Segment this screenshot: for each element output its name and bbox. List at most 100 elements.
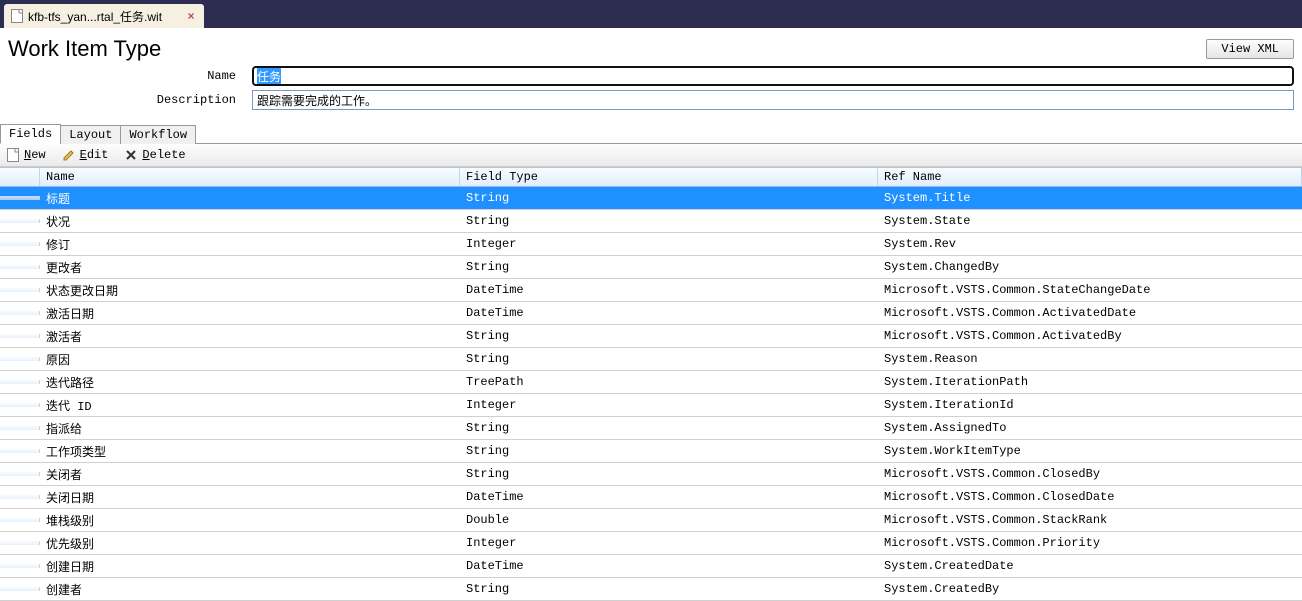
new-label: New <box>24 148 46 162</box>
table-row[interactable]: 堆栈级别DoubleMicrosoft.VSTS.Common.StackRan… <box>0 509 1302 532</box>
cell-ref-name: Microsoft.VSTS.Common.ActivatedBy <box>878 327 1302 345</box>
table-row[interactable]: 创建日期DateTimeSystem.CreatedDate <box>0 555 1302 578</box>
row-gutter <box>0 472 40 476</box>
cell-field-type: String <box>460 327 878 345</box>
cell-name: 更改者 <box>40 257 460 278</box>
tab-fields[interactable]: Fields <box>0 124 61 144</box>
row-gutter <box>0 518 40 522</box>
cell-name: 激活者 <box>40 326 460 347</box>
cell-ref-name: System.Rev <box>878 235 1302 253</box>
row-gutter <box>0 426 40 430</box>
cell-name: 状况 <box>40 211 460 232</box>
cell-name: 修订 <box>40 234 460 255</box>
row-gutter <box>0 380 40 384</box>
cell-name: 创建者 <box>40 579 460 600</box>
form-area: Name Description <box>0 66 1302 122</box>
cell-name: 关闭者 <box>40 464 460 485</box>
new-button[interactable]: New <box>6 148 46 162</box>
cell-name: 创建日期 <box>40 556 460 577</box>
tab-layout[interactable]: Layout <box>60 125 121 144</box>
tabs: FieldsLayoutWorkflow <box>0 122 1302 144</box>
cell-field-type: Integer <box>460 396 878 414</box>
table-row[interactable]: 激活日期DateTimeMicrosoft.VSTS.Common.Activa… <box>0 302 1302 325</box>
table-row[interactable]: 优先级别IntegerMicrosoft.VSTS.Common.Priorit… <box>0 532 1302 555</box>
cell-name: 激活日期 <box>40 303 460 324</box>
table-row[interactable]: 更改者StringSystem.ChangedBy <box>0 256 1302 279</box>
table-row[interactable]: 激活者StringMicrosoft.VSTS.Common.Activated… <box>0 325 1302 348</box>
table-row[interactable]: 标题StringSystem.Title <box>0 187 1302 210</box>
column-header-field-type[interactable]: Field Type <box>460 168 878 186</box>
row-gutter <box>0 219 40 223</box>
cell-field-type: DateTime <box>460 281 878 299</box>
table-row[interactable]: 关闭者StringMicrosoft.VSTS.Common.ClosedBy <box>0 463 1302 486</box>
table-row[interactable]: 状态更改日期DateTimeMicrosoft.VSTS.Common.Stat… <box>0 279 1302 302</box>
row-gutter <box>0 265 40 269</box>
description-label: Description <box>8 93 252 107</box>
row-gutter <box>0 587 40 591</box>
table-row[interactable]: 创建者StringSystem.CreatedBy <box>0 578 1302 601</box>
table-row[interactable]: 工作项类型StringSystem.WorkItemType <box>0 440 1302 463</box>
cell-field-type: DateTime <box>460 304 878 322</box>
cell-ref-name: Microsoft.VSTS.Common.ClosedDate <box>878 488 1302 506</box>
row-gutter <box>0 403 40 407</box>
column-header-name[interactable]: Name <box>40 168 460 186</box>
row-gutter <box>0 449 40 453</box>
cell-name: 状态更改日期 <box>40 280 460 301</box>
row-gutter <box>0 564 40 568</box>
cell-ref-name: System.CreatedDate <box>878 557 1302 575</box>
file-icon <box>10 9 24 23</box>
cell-ref-name: System.AssignedTo <box>878 419 1302 437</box>
view-xml-button[interactable]: View XML <box>1206 39 1294 59</box>
cell-field-type: String <box>460 442 878 460</box>
delete-button[interactable]: Delete <box>124 148 185 162</box>
table-row[interactable]: 原因StringSystem.Reason <box>0 348 1302 371</box>
table-row[interactable]: 迭代路径TreePathSystem.IterationPath <box>0 371 1302 394</box>
table-row[interactable]: 关闭日期DateTimeMicrosoft.VSTS.Common.Closed… <box>0 486 1302 509</box>
description-input[interactable] <box>252 90 1294 110</box>
edit-icon <box>62 148 76 162</box>
table-row[interactable]: 状况StringSystem.State <box>0 210 1302 233</box>
fields-grid: Name Field Type Ref Name 标题StringSystem.… <box>0 167 1302 601</box>
cell-ref-name: Microsoft.VSTS.Common.ClosedBy <box>878 465 1302 483</box>
header: Work Item Type View XML <box>0 28 1302 66</box>
window-titlebar: kfb-tfs_yan...rtal_任务.wit × <box>0 0 1302 28</box>
table-row[interactable]: 修订IntegerSystem.Rev <box>0 233 1302 256</box>
cell-ref-name: System.Reason <box>878 350 1302 368</box>
column-header-ref-name[interactable]: Ref Name <box>878 168 1302 186</box>
document-tab[interactable]: kfb-tfs_yan...rtal_任务.wit × <box>4 4 204 28</box>
grid-header: Name Field Type Ref Name <box>0 168 1302 187</box>
row-gutter <box>0 196 40 200</box>
cell-ref-name: System.ChangedBy <box>878 258 1302 276</box>
table-row[interactable]: 指派给StringSystem.AssignedTo <box>0 417 1302 440</box>
cell-ref-name: Microsoft.VSTS.Common.StackRank <box>878 511 1302 529</box>
cell-field-type: Integer <box>460 534 878 552</box>
row-gutter <box>0 334 40 338</box>
cell-field-type: TreePath <box>460 373 878 391</box>
name-input[interactable] <box>252 66 1294 86</box>
cell-ref-name: Microsoft.VSTS.Common.ActivatedDate <box>878 304 1302 322</box>
cell-field-type: DateTime <box>460 557 878 575</box>
cell-name: 迭代路径 <box>40 372 460 393</box>
new-icon <box>6 148 20 162</box>
delete-label: Delete <box>142 148 185 162</box>
grid-body: 标题StringSystem.Title状况StringSystem.State… <box>0 187 1302 601</box>
edit-button[interactable]: Edit <box>62 148 109 162</box>
close-icon[interactable]: × <box>184 9 198 23</box>
cell-ref-name: System.IterationId <box>878 396 1302 414</box>
cell-field-type: String <box>460 189 878 207</box>
cell-field-type: DateTime <box>460 488 878 506</box>
toolbar: New Edit Delete <box>0 144 1302 167</box>
name-label: Name <box>8 69 252 83</box>
row-gutter <box>0 357 40 361</box>
cell-ref-name: Microsoft.VSTS.Common.Priority <box>878 534 1302 552</box>
cell-name: 原因 <box>40 349 460 370</box>
tab-workflow[interactable]: Workflow <box>120 125 196 144</box>
table-row[interactable]: 迭代 IDIntegerSystem.IterationId <box>0 394 1302 417</box>
delete-icon <box>124 148 138 162</box>
row-gutter <box>0 242 40 246</box>
cell-ref-name: System.Title <box>878 189 1302 207</box>
cell-name: 指派给 <box>40 418 460 439</box>
edit-label: Edit <box>80 148 109 162</box>
cell-ref-name: System.CreatedBy <box>878 580 1302 598</box>
cell-ref-name: Microsoft.VSTS.Common.StateChangeDate <box>878 281 1302 299</box>
